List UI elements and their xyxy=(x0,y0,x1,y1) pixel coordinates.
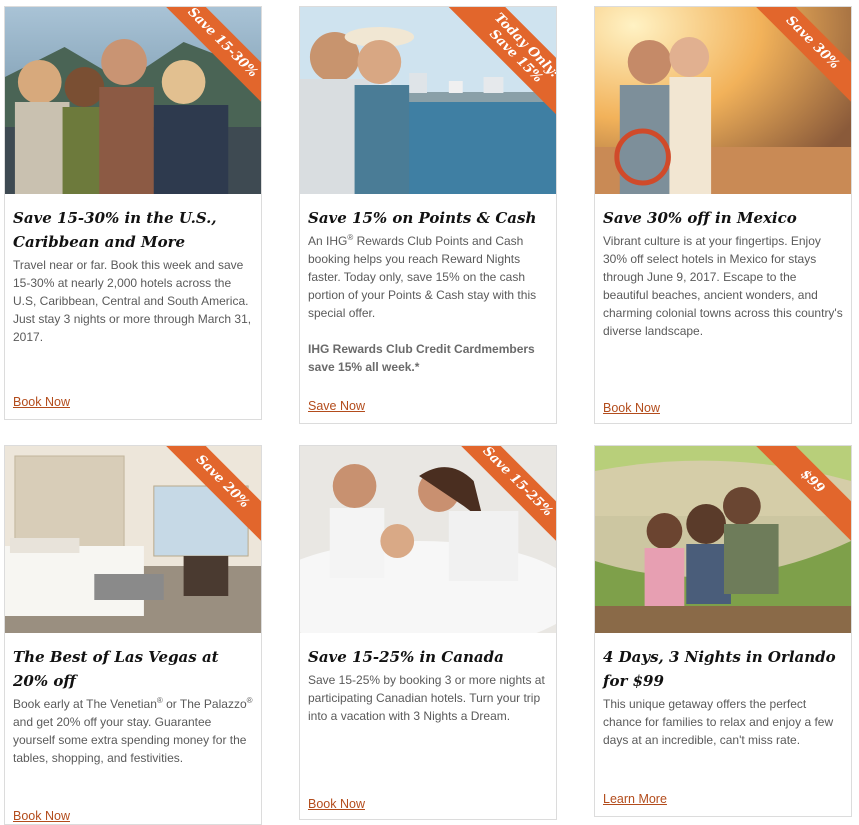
offer-title: Save 15-25% in Canada xyxy=(308,648,504,666)
desc-part: An IHG xyxy=(308,234,348,248)
book-now-link[interactable]: Book Now xyxy=(13,809,70,823)
desc-part: and get 20% off your stay. Guarantee you… xyxy=(13,715,247,765)
offer-description: Book early at The Venetian ® or The Palaz… xyxy=(13,695,253,767)
offer-card-points-cash: Today Only: Save 15% Save 15% on Points … xyxy=(299,6,557,424)
offer-card-us-caribbean: Save 15-30% Save 15-30% in the U.S., Car… xyxy=(4,6,262,420)
offer-description: This unique getaway offers the perfect c… xyxy=(603,697,834,747)
offer-title: 4 Days, 3 Nights in Orlando for $99 xyxy=(603,648,836,690)
cardmember-note: IHG Rewards Club Credit Cardmembers save… xyxy=(308,342,535,374)
offer-photo[interactable]: $99 xyxy=(595,446,851,633)
offer-photo[interactable]: Save 15-25% xyxy=(300,446,556,633)
offer-title: The Best of Las Vegas at 20% off xyxy=(13,648,219,690)
offer-title: Save 30% off in Mexico xyxy=(603,209,797,227)
book-now-link[interactable]: Book Now xyxy=(13,395,70,409)
offer-title: Save 15-30% in the U.S., Caribbean and M… xyxy=(13,209,217,251)
offer-card-canada: Save 15-25% Save 15-25% in Canada Save 1… xyxy=(299,445,557,820)
offer-description: Save 15-25% by booking 3 or more nights … xyxy=(308,673,545,723)
offer-description: Vibrant culture is at your fingertips. E… xyxy=(603,234,843,338)
offer-photo[interactable]: Today Only: Save 15% xyxy=(300,7,556,194)
offer-description: An IHG® Rewards Club Points and Cash boo… xyxy=(308,232,548,322)
offer-card-orlando: $99 4 Days, 3 Nights in Orlando for $99 … xyxy=(594,445,852,817)
offer-description: Travel near or far. Book this week and s… xyxy=(13,258,252,344)
book-now-link[interactable]: Book Now xyxy=(308,797,365,811)
offer-card-mexico: Save 30% Save 30% off in Mexico Vibrant … xyxy=(594,6,852,424)
offer-photo[interactable]: Save 20% xyxy=(5,446,261,633)
offer-card-las-vegas: Save 20% The Best of Las Vegas at 20% of… xyxy=(4,445,262,825)
book-now-link[interactable]: Book Now xyxy=(603,401,660,415)
save-now-link[interactable]: Save Now xyxy=(308,399,365,413)
registered-mark: ® xyxy=(246,696,253,705)
offer-photo[interactable]: Save 15-30% xyxy=(5,7,261,194)
offer-photo[interactable]: Save 30% xyxy=(595,7,851,194)
offer-title: Save 15% on Points & Cash xyxy=(308,209,537,227)
desc-part: Book early at The Venetian xyxy=(13,697,157,711)
desc-part: or The Palazzo xyxy=(162,697,247,711)
learn-more-link[interactable]: Learn More xyxy=(603,792,667,806)
